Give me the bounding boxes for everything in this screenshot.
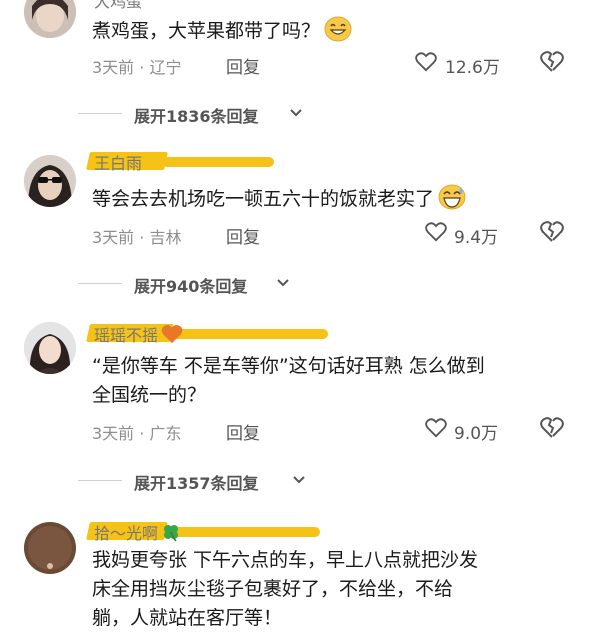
like-count: 9.4万 [454,228,499,248]
comment-text: 煮鸡蛋，大苹果都带了吗？ [92,16,352,46]
reply-button[interactable]: 回复 [226,419,260,444]
comment-text: 等会去去机场吃一顿五六十的饭就老实了 [92,184,466,214]
dislike-broken-heart-icon[interactable] [540,221,564,243]
heart-icon[interactable] [425,418,447,438]
avatar[interactable] [24,155,76,207]
comment-meta: 3天前 · 广东 [92,424,182,443]
comment-meta: 3天前 · 吉林 [92,228,182,247]
sweat-smile-emoji-icon [438,184,466,210]
reply-button[interactable]: 回复 [226,223,260,248]
like-count: 12.6万 [445,58,500,78]
avatar[interactable] [24,522,76,574]
heart-icon[interactable] [425,222,447,242]
comment-meta: 3天前 · 辽宁 [92,58,182,77]
four-leaf-clover-icon [164,525,179,542]
orange-heart-icon [161,324,183,344]
divider [78,480,122,481]
heart-icon[interactable] [415,52,437,72]
like-count: 9.0万 [454,424,499,444]
comment-text: 我妈更夸张 下午六点的车，早上八点就把沙发 床全用挡灰尘毯子包裹好了，不给坐，不… [92,549,479,629]
grinning-emoji-icon [324,16,352,42]
chevron-down-icon [290,109,302,117]
username[interactable]: 王白雨 [86,148,274,173]
username[interactable]: 拾～光啊 [86,518,320,543]
dislike-broken-heart-icon[interactable] [540,417,564,439]
avatar[interactable] [24,0,76,38]
avatar[interactable] [24,322,76,374]
username[interactable]: 大鸡蛋 [92,0,172,11]
chevron-down-icon [293,476,305,484]
chevron-down-icon [277,279,289,287]
divider [78,113,122,114]
dislike-broken-heart-icon[interactable] [540,51,564,73]
username[interactable]: 瑶瑶不摇 [86,320,328,345]
comment-text: “是你等车 不是车等你”这句话好耳熟 怎么做到 全国统一的？ [92,355,485,406]
divider [78,283,122,284]
reply-button[interactable]: 回复 [226,53,260,78]
